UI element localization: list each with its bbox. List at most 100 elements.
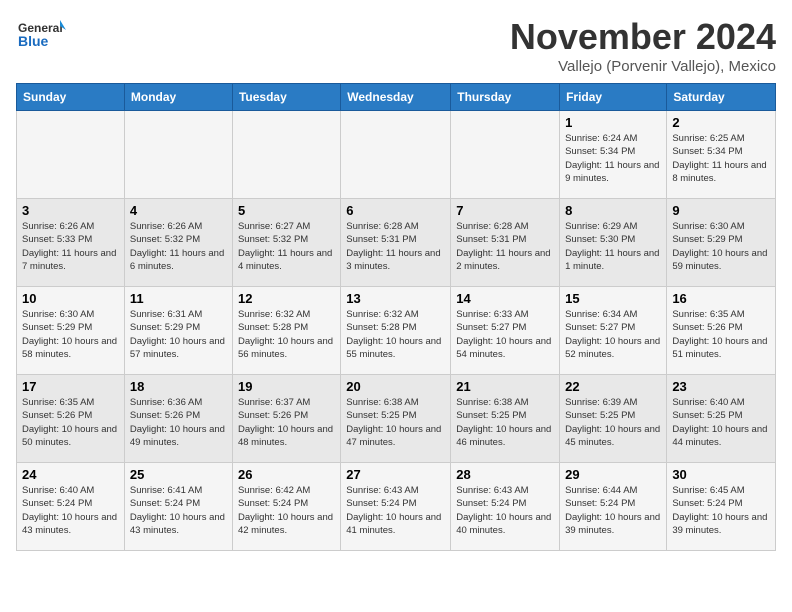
day-info: Sunrise: 6:26 AM Sunset: 5:32 PM Dayligh…	[130, 220, 227, 273]
calendar-week-row: 1 Sunrise: 6:24 AM Sunset: 5:34 PM Daylig…	[17, 111, 776, 199]
weekday-header-tuesday: Tuesday	[232, 84, 340, 111]
day-number: 9	[672, 203, 770, 218]
weekday-header-monday: Monday	[124, 84, 232, 111]
calendar-day-cell: 3 Sunrise: 6:26 AM Sunset: 5:33 PM Daylig…	[17, 199, 125, 287]
day-info: Sunrise: 6:40 AM Sunset: 5:24 PM Dayligh…	[22, 484, 119, 537]
day-info: Sunrise: 6:39 AM Sunset: 5:25 PM Dayligh…	[565, 396, 661, 449]
weekday-header-sunday: Sunday	[17, 84, 125, 111]
day-info: Sunrise: 6:42 AM Sunset: 5:24 PM Dayligh…	[238, 484, 335, 537]
day-info: Sunrise: 6:38 AM Sunset: 5:25 PM Dayligh…	[456, 396, 554, 449]
calendar-day-cell: 14 Sunrise: 6:33 AM Sunset: 5:27 PM Dayli…	[451, 287, 560, 375]
header: General Blue November 2024 Vallejo (Porv…	[16, 16, 776, 75]
calendar-day-cell: 8Sunrise: 6:29 AM Sunset: 5:30 PM Daylig…	[560, 199, 667, 287]
calendar-day-cell: 23 Sunrise: 6:40 AM Sunset: 5:25 PM Dayli…	[667, 375, 776, 463]
day-number: 3	[22, 203, 119, 218]
empty-day-cell	[451, 111, 560, 199]
calendar-day-cell: 25 Sunrise: 6:41 AM Sunset: 5:24 PM Dayli…	[124, 463, 232, 551]
day-info: Sunrise: 6:34 AM Sunset: 5:27 PM Dayligh…	[565, 308, 661, 361]
day-number: 11	[130, 291, 227, 306]
day-number: 17	[22, 379, 119, 394]
weekday-header-row: SundayMondayTuesdayWednesdayThursdayFrid…	[17, 84, 776, 111]
day-number: 25	[130, 467, 227, 482]
day-info: Sunrise: 6:38 AM Sunset: 5:25 PM Dayligh…	[346, 396, 445, 449]
day-number: 15	[565, 291, 661, 306]
calendar-day-cell: 22Sunrise: 6:39 AM Sunset: 5:25 PM Dayli…	[560, 375, 667, 463]
day-number: 2	[672, 115, 770, 130]
calendar-day-cell: 2Sunrise: 6:25 AM Sunset: 5:34 PM Daylig…	[667, 111, 776, 199]
day-info: Sunrise: 6:32 AM Sunset: 5:28 PM Dayligh…	[238, 308, 335, 361]
empty-day-cell	[124, 111, 232, 199]
calendar-day-cell: 29 Sunrise: 6:44 AM Sunset: 5:24 PM Dayli…	[560, 463, 667, 551]
calendar-day-cell: 6 Sunrise: 6:28 AM Sunset: 5:31 PM Daylig…	[341, 199, 451, 287]
calendar-day-cell: 11 Sunrise: 6:31 AM Sunset: 5:29 PM Dayli…	[124, 287, 232, 375]
calendar-day-cell: 17 Sunrise: 6:35 AM Sunset: 5:26 PM Dayli…	[17, 375, 125, 463]
empty-day-cell	[232, 111, 340, 199]
day-info: Sunrise: 6:35 AM Sunset: 5:26 PM Dayligh…	[22, 396, 119, 449]
day-info: Sunrise: 6:40 AM Sunset: 5:25 PM Dayligh…	[672, 396, 770, 449]
day-number: 19	[238, 379, 335, 394]
calendar-day-cell: 9Sunrise: 6:30 AM Sunset: 5:29 PM Daylig…	[667, 199, 776, 287]
empty-day-cell	[341, 111, 451, 199]
day-info: Sunrise: 6:41 AM Sunset: 5:24 PM Dayligh…	[130, 484, 227, 537]
day-number: 24	[22, 467, 119, 482]
day-number: 23	[672, 379, 770, 394]
day-info: Sunrise: 6:32 AM Sunset: 5:28 PM Dayligh…	[346, 308, 445, 361]
day-info: Sunrise: 6:28 AM Sunset: 5:31 PM Dayligh…	[346, 220, 445, 273]
calendar-day-cell: 15 Sunrise: 6:34 AM Sunset: 5:27 PM Dayli…	[560, 287, 667, 375]
day-info: Sunrise: 6:24 AM Sunset: 5:34 PM Dayligh…	[565, 132, 661, 185]
day-number: 20	[346, 379, 445, 394]
day-info: Sunrise: 6:26 AM Sunset: 5:33 PM Dayligh…	[22, 220, 119, 273]
day-info: Sunrise: 6:31 AM Sunset: 5:29 PM Dayligh…	[130, 308, 227, 361]
weekday-header-saturday: Saturday	[667, 84, 776, 111]
day-number: 12	[238, 291, 335, 306]
day-number: 4	[130, 203, 227, 218]
day-number: 28	[456, 467, 554, 482]
calendar-day-cell: 24 Sunrise: 6:40 AM Sunset: 5:24 PM Dayli…	[17, 463, 125, 551]
day-info: Sunrise: 6:30 AM Sunset: 5:29 PM Dayligh…	[22, 308, 119, 361]
svg-text:Blue: Blue	[18, 33, 49, 49]
day-number: 1	[565, 115, 661, 130]
day-number: 5	[238, 203, 335, 218]
weekday-header-wednesday: Wednesday	[341, 84, 451, 111]
calendar-day-cell: 5 Sunrise: 6:27 AM Sunset: 5:32 PM Daylig…	[232, 199, 340, 287]
calendar-day-cell: 28 Sunrise: 6:43 AM Sunset: 5:24 PM Dayli…	[451, 463, 560, 551]
calendar-day-cell: 10 Sunrise: 6:30 AM Sunset: 5:29 PM Dayli…	[17, 287, 125, 375]
day-number: 13	[346, 291, 445, 306]
calendar-day-cell: 16 Sunrise: 6:35 AM Sunset: 5:26 PM Dayli…	[667, 287, 776, 375]
calendar-day-cell: 30Sunrise: 6:45 AM Sunset: 5:24 PM Dayli…	[667, 463, 776, 551]
day-info: Sunrise: 6:43 AM Sunset: 5:24 PM Dayligh…	[456, 484, 554, 537]
day-info: Sunrise: 6:33 AM Sunset: 5:27 PM Dayligh…	[456, 308, 554, 361]
calendar-week-row: 24 Sunrise: 6:40 AM Sunset: 5:24 PM Dayli…	[17, 463, 776, 551]
logo-svg: General Blue	[16, 16, 66, 56]
calendar-week-row: 17 Sunrise: 6:35 AM Sunset: 5:26 PM Dayli…	[17, 375, 776, 463]
day-number: 29	[565, 467, 661, 482]
day-info: Sunrise: 6:44 AM Sunset: 5:24 PM Dayligh…	[565, 484, 661, 537]
calendar-day-cell: 20 Sunrise: 6:38 AM Sunset: 5:25 PM Dayli…	[341, 375, 451, 463]
day-number: 18	[130, 379, 227, 394]
calendar-week-row: 3 Sunrise: 6:26 AM Sunset: 5:33 PM Daylig…	[17, 199, 776, 287]
day-number: 27	[346, 467, 445, 482]
day-info: Sunrise: 6:27 AM Sunset: 5:32 PM Dayligh…	[238, 220, 335, 273]
day-number: 10	[22, 291, 119, 306]
empty-day-cell	[17, 111, 125, 199]
day-number: 7	[456, 203, 554, 218]
calendar-day-cell: 19Sunrise: 6:37 AM Sunset: 5:26 PM Dayli…	[232, 375, 340, 463]
day-info: Sunrise: 6:28 AM Sunset: 5:31 PM Dayligh…	[456, 220, 554, 273]
day-number: 6	[346, 203, 445, 218]
month-title: November 2024	[510, 16, 776, 58]
calendar-day-cell: 1 Sunrise: 6:24 AM Sunset: 5:34 PM Daylig…	[560, 111, 667, 199]
day-info: Sunrise: 6:45 AM Sunset: 5:24 PM Dayligh…	[672, 484, 770, 537]
logo: General Blue	[16, 16, 66, 56]
calendar-week-row: 10 Sunrise: 6:30 AM Sunset: 5:29 PM Dayli…	[17, 287, 776, 375]
day-info: Sunrise: 6:36 AM Sunset: 5:26 PM Dayligh…	[130, 396, 227, 449]
weekday-header-friday: Friday	[560, 84, 667, 111]
day-number: 21	[456, 379, 554, 394]
day-number: 14	[456, 291, 554, 306]
calendar-day-cell: 27Sunrise: 6:43 AM Sunset: 5:24 PM Dayli…	[341, 463, 451, 551]
title-section: November 2024 Vallejo (Porvenir Vallejo)…	[510, 16, 776, 75]
day-info: Sunrise: 6:35 AM Sunset: 5:26 PM Dayligh…	[672, 308, 770, 361]
day-number: 8	[565, 203, 661, 218]
location-subtitle: Vallejo (Porvenir Vallejo), Mexico	[510, 58, 776, 75]
day-number: 16	[672, 291, 770, 306]
weekday-header-thursday: Thursday	[451, 84, 560, 111]
